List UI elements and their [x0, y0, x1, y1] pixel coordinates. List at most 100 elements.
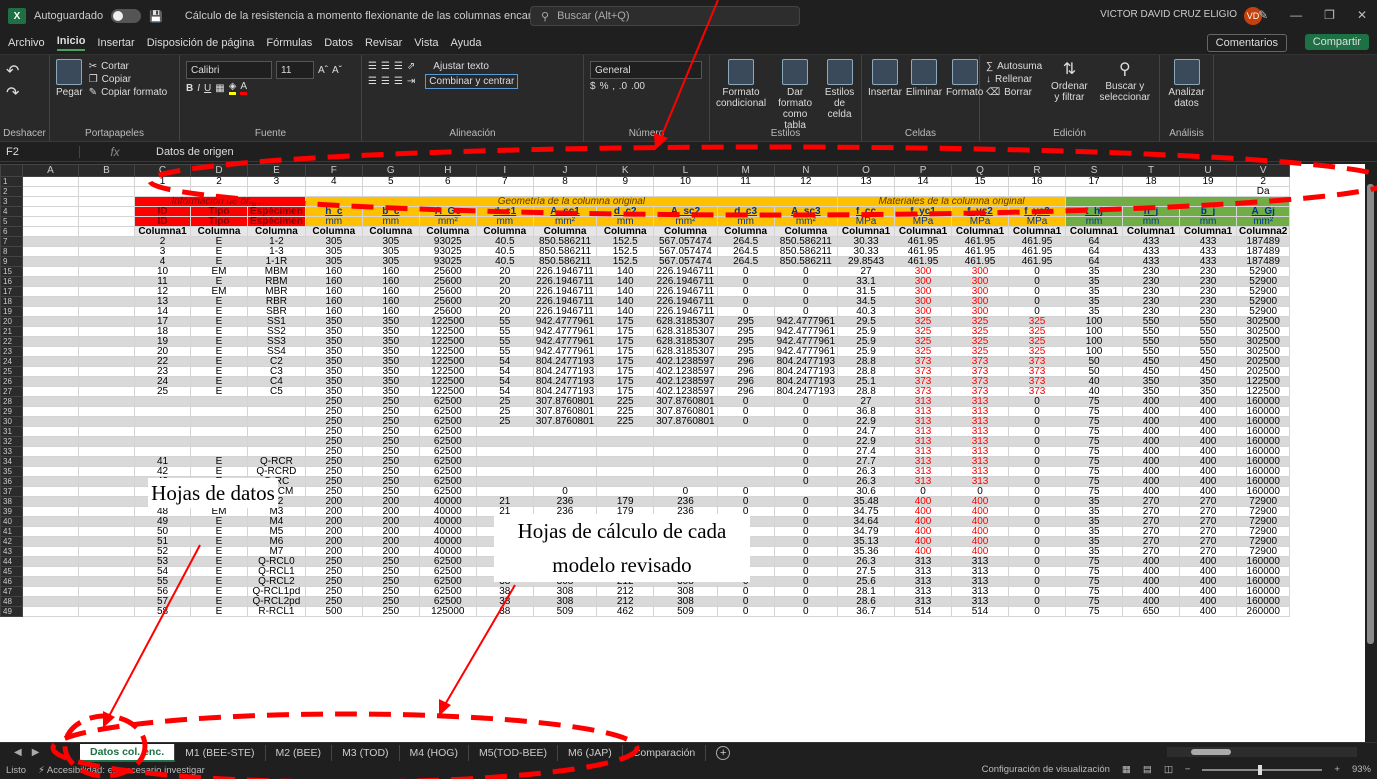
data-cell[interactable]: 550 [1179, 346, 1238, 357]
data-cell[interactable]: E [190, 366, 248, 377]
data-cell[interactable]: 313 [951, 596, 1010, 607]
cell[interactable] [78, 476, 135, 487]
data-cell[interactable]: 942.4777961 [532, 316, 598, 327]
data-cell[interactable]: 40.5 [475, 246, 534, 257]
data-cell[interactable]: 230 [1122, 306, 1181, 317]
data-cell[interactable]: 0 [1008, 436, 1067, 447]
data-cell[interactable]: 27 [837, 396, 896, 407]
data-cell[interactable]: 140 [596, 296, 655, 307]
group-header-geometry[interactable]: Geometría de la columna original [304, 196, 839, 207]
cell[interactable] [475, 186, 534, 197]
data-cell[interactable]: E [190, 546, 248, 557]
data-cell[interactable]: 461.95 [951, 236, 1010, 247]
name-box[interactable]: F2 [0, 145, 80, 158]
data-cell[interactable]: Q-RCL2 [247, 576, 306, 587]
data-cell[interactable]: 942.4777961 [773, 316, 839, 327]
data-cell[interactable]: 0 [1008, 396, 1067, 407]
cell[interactable] [78, 506, 135, 517]
data-cell[interactable]: 40000 [418, 496, 477, 507]
data-cell[interactable]: 264.5 [716, 256, 775, 267]
cell[interactable] [78, 556, 135, 567]
data-cell[interactable]: 21 [475, 496, 534, 507]
column-header[interactable]: A [22, 164, 79, 177]
data-cell[interactable]: 14 [134, 306, 191, 317]
data-cell[interactable] [653, 426, 718, 437]
data-cell[interactable]: 35 [1065, 546, 1124, 557]
cut-button[interactable]: ✂ Cortar [89, 61, 168, 72]
unit-cell[interactable]: mm [304, 216, 363, 227]
data-cell[interactable]: 433 [1179, 236, 1238, 247]
data-cell[interactable]: 225 [596, 416, 655, 427]
cell[interactable] [22, 366, 79, 377]
data-cell[interactable]: 0 [773, 566, 839, 577]
filter-dropdown[interactable]: Columna1 [1179, 226, 1238, 237]
data-cell[interactable]: 0 [716, 286, 775, 297]
data-cell[interactable]: 250 [304, 416, 363, 427]
menu-item-5[interactable]: Datos [324, 37, 353, 49]
data-cell[interactable]: 296 [716, 386, 775, 397]
data-cell[interactable]: SS3 [247, 336, 306, 347]
data-cell[interactable]: 0 [773, 496, 839, 507]
cell[interactable] [951, 186, 1010, 197]
data-cell[interactable]: 20 [475, 286, 534, 297]
data-cell[interactable]: 0 [773, 416, 839, 427]
data-cell[interactable]: 400 [951, 536, 1010, 547]
data-cell[interactable]: 270 [1179, 496, 1238, 507]
data-cell[interactable]: 0 [716, 276, 775, 287]
delete-button[interactable]: Eliminar [906, 59, 942, 137]
cell[interactable] [78, 496, 135, 507]
data-cell[interactable] [247, 446, 306, 457]
cell[interactable]: 16 [1008, 176, 1067, 187]
sheet-tab-1[interactable]: M1 (BEE-STE) [175, 744, 266, 761]
data-cell[interactable]: 250 [304, 566, 363, 577]
cell[interactable]: 10 [653, 176, 718, 187]
currency-icon[interactable]: $ [590, 81, 596, 92]
data-cell[interactable]: 350 [361, 346, 420, 357]
data-cell[interactable]: 26.3 [837, 556, 896, 567]
cell[interactable] [78, 526, 135, 537]
data-cell[interactable]: 325 [894, 346, 953, 357]
column-title[interactable]: A_sc3 [773, 206, 839, 217]
align-center-icon[interactable]: ☰ [381, 76, 390, 87]
data-cell[interactable]: 250 [304, 426, 363, 437]
data-cell[interactable]: 62500 [418, 416, 477, 427]
data-cell[interactable]: R-RCL1 [247, 606, 306, 617]
cell[interactable] [78, 456, 135, 467]
data-cell[interactable] [532, 456, 598, 467]
filter-dropdown[interactable]: Columna1 [1122, 226, 1181, 237]
cell[interactable] [78, 586, 135, 597]
cell[interactable]: 5 [361, 176, 420, 187]
data-cell[interactable]: 250 [361, 406, 420, 417]
data-cell[interactable]: 450 [1179, 366, 1238, 377]
cell[interactable] [78, 466, 135, 477]
data-cell[interactable]: 0 [653, 486, 718, 497]
data-cell[interactable]: 230 [1122, 276, 1181, 287]
data-cell[interactable]: M3 [247, 506, 306, 517]
data-cell[interactable]: 160000 [1236, 576, 1291, 587]
data-cell[interactable]: 0 [951, 486, 1010, 497]
paste-button[interactable]: Pegar [56, 59, 83, 137]
data-cell[interactable]: 433 [1179, 256, 1238, 267]
row-header[interactable]: 17 [0, 286, 23, 297]
cell-styles-button[interactable]: Estilos de celda [824, 59, 855, 137]
data-cell[interactable]: 300 [894, 286, 953, 297]
insert-button[interactable]: Insertar [868, 59, 902, 137]
cell[interactable] [78, 396, 135, 407]
data-cell[interactable]: 313 [894, 436, 953, 447]
data-cell[interactable]: 250 [304, 556, 363, 567]
data-cell[interactable]: E [190, 376, 248, 387]
cell[interactable] [78, 386, 135, 397]
data-cell[interactable]: 1-3 [247, 246, 306, 257]
row-header[interactable]: 45 [0, 566, 23, 577]
data-cell[interactable]: 22 [134, 356, 191, 367]
data-cell[interactable]: 230 [1122, 296, 1181, 307]
data-cell[interactable]: 122500 [418, 336, 477, 347]
data-cell[interactable]: 160 [361, 296, 420, 307]
data-cell[interactable]: 250 [304, 486, 363, 497]
data-cell[interactable]: 313 [951, 396, 1010, 407]
cell[interactable] [22, 516, 79, 527]
cell[interactable] [22, 496, 79, 507]
data-cell[interactable]: 25.1 [837, 376, 896, 387]
data-cell[interactable]: 313 [894, 456, 953, 467]
data-cell[interactable]: 804.2477193 [773, 366, 839, 377]
